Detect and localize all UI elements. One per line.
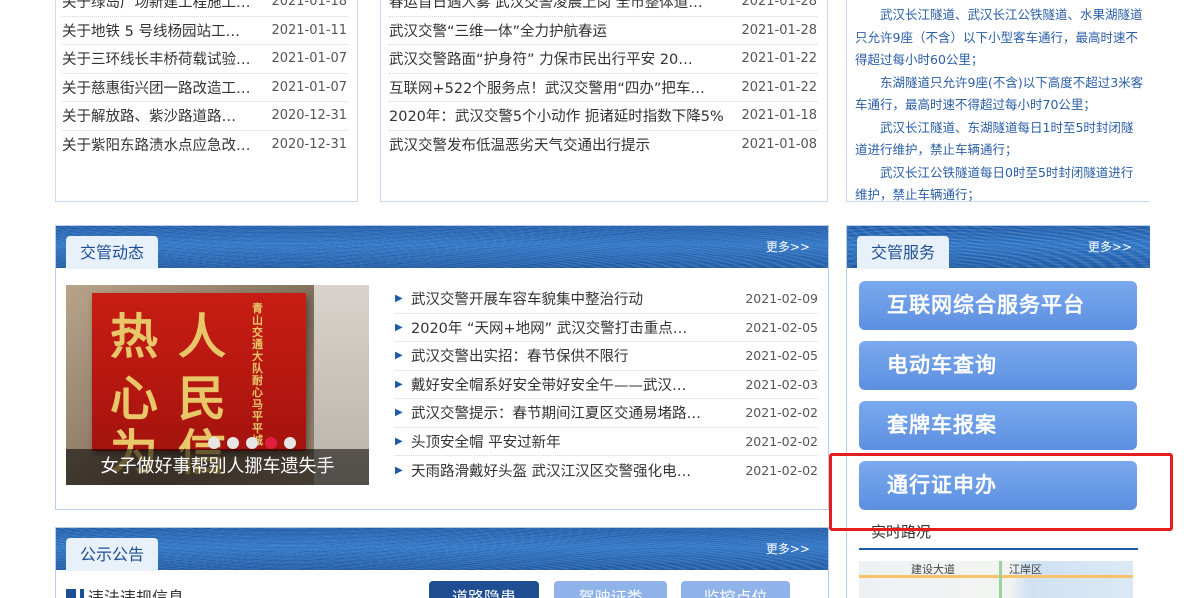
banner-char: 热 xyxy=(110,309,159,365)
banner-char: 人 xyxy=(178,309,227,365)
notice-list: 关于绿岛广场新建工程施工… 2021-01-18 关于地铁 5 号线杨园站工… 20… xyxy=(62,0,347,159)
triangle-bullet-icon: ▶ xyxy=(395,350,403,362)
list-item[interactable]: 关于地铁 5 号线杨园站工… 2021-01-11 xyxy=(62,17,347,45)
list-item[interactable]: 关于绿岛广场新建工程施工… 2021-01-18 xyxy=(62,0,347,17)
triangle-bullet-icon: ▶ xyxy=(395,407,403,419)
internet-service-platform-button[interactable]: 互联网综合服务平台 xyxy=(859,281,1137,330)
list-item[interactable]: 关于三环线长丰桥荷载试验… 2021-01-07 xyxy=(62,45,347,74)
triangle-bullet-icon: ▶ xyxy=(395,435,403,447)
notice-panel: 公示公告 更多>> 违法违规信息 道路隐患 驾驶证类 监控点位 xyxy=(55,527,829,598)
news-list: ▶ 武汉交警开展车容车貌集中整治行动 2021-02-09 ▶ 2020年 “天网+地… xyxy=(395,285,818,485)
camera-points-button[interactable]: 监控点位 xyxy=(681,581,790,598)
panel-header xyxy=(56,528,828,570)
banner-side-text: 青山交通大队耐心马平平城 xyxy=(252,302,263,447)
tip-text: 武汉长江公铁隧道每日0时至5时封闭隧道进行维护，禁止车辆通行； xyxy=(855,164,1134,203)
more-link[interactable]: 更多>> xyxy=(1088,238,1132,255)
list-item[interactable]: 关于慈惠街兴团一路改造工… 2021-01-07 xyxy=(62,74,347,102)
map-road xyxy=(999,561,1002,598)
violation-info-heading: 违法违规信息 xyxy=(66,584,184,598)
carousel-dot[interactable] xyxy=(284,437,296,449)
list-item[interactable]: 武汉交警路面“护身符” 力保市民出行平安 20… 2021-01-22 xyxy=(389,45,817,74)
list-item[interactable]: 关于解放路、紫沙路道路… 2020-12-31 xyxy=(62,102,347,131)
tab-notices[interactable]: 公示公告 xyxy=(66,538,159,571)
map-label: 建设大道 xyxy=(911,563,955,576)
highlight-box xyxy=(829,453,1173,531)
map-label: 江岸区 xyxy=(1009,563,1042,576)
list-item[interactable]: 春运首日遇人雾 武汉交警凌晨上岗 全市整体道… 2021-01-28 xyxy=(389,0,817,17)
carousel-dot[interactable] xyxy=(227,437,239,449)
list-item[interactable]: ▶ 武汉交警提示：春节期间江夏区交通易堵路… 2021-02-02 xyxy=(395,399,818,428)
triangle-bullet-icon: ▶ xyxy=(395,378,403,390)
road-hazard-button[interactable]: 道路隐患 xyxy=(429,581,539,598)
more-link[interactable]: 更多>> xyxy=(766,540,810,557)
headline-list: 春运首日遇人雾 武汉交警凌晨上岗 全市整体道… 2021-01-28 武汉交警“三… xyxy=(389,0,817,159)
tunnel-tips-panel: 武汉长江隧道、武汉长江公铁隧道、水果湖隧道只允许9座（不含）以下小型客车通行，最… xyxy=(846,0,1150,202)
list-item[interactable]: 互联网+522个服务点！武汉交警用“四办”把车… 2021-01-22 xyxy=(389,74,817,102)
notice-list-panel: 关于绿岛广场新建工程施工… 2021-01-18 关于地铁 5 号线杨园站工… 20… xyxy=(55,0,358,202)
headline-list-panel: 春运首日遇人雾 武汉交警凌晨上岗 全市整体道… 2021-01-28 武汉交警“三… xyxy=(380,0,828,202)
tip-text: 东湖隧道只允许9座(不含)以下高度不超过3米客车通行，最高时速不得超过每小时70… xyxy=(855,74,1144,113)
banner-image: 热 人 心 民 为 信 青山交通大队耐心马平平城 xyxy=(92,293,306,481)
traffic-map[interactable]: 建设大道 江岸区 xyxy=(859,561,1133,598)
list-item[interactable]: 关于紫阳东路渍水点应急改… 2020-12-31 xyxy=(62,131,347,160)
violation-info-label: 违法违规信息 xyxy=(88,588,185,598)
list-item[interactable]: ▶ 天雨路滑戴好头盔 武汉江汉区交警强化电… 2021-02-02 xyxy=(395,456,818,485)
carousel-dot[interactable] xyxy=(246,437,258,449)
bar-icon xyxy=(66,589,80,598)
more-link[interactable]: 更多>> xyxy=(766,238,810,255)
tab-traffic-service[interactable]: 交管服务 xyxy=(857,236,950,269)
tip-text: 武汉长江隧道、东湖隧道每日1时至5时封闭隧道进行维护，禁止车辆通行； xyxy=(855,119,1134,158)
traffic-news-panel: 交管动态 更多>> 热 人 心 民 为 信 青山交通大队耐心马平平城 女子做好事… xyxy=(55,225,829,510)
tab-traffic-news[interactable]: 交管动态 xyxy=(66,236,159,269)
list-item[interactable]: 武汉交警“三维一体”全力护航春运 2021-01-28 xyxy=(389,17,817,45)
panel-header xyxy=(56,226,828,268)
e-bike-query-button[interactable]: 电动车查询 xyxy=(859,341,1137,390)
list-item[interactable]: ▶ 头顶安全帽 平安过新年 2021-02-02 xyxy=(395,428,818,456)
map-road xyxy=(859,575,1133,578)
triangle-bullet-icon: ▶ xyxy=(395,464,403,476)
news-carousel[interactable]: 热 人 心 民 为 信 青山交通大队耐心马平平城 女子做好事帮别人挪车遗失手 xyxy=(66,285,369,485)
tunnel-tips: 武汉长江隧道、武汉长江公铁隧道、水果湖隧道只允许9座（不含）以下小型客车通行，最… xyxy=(855,4,1144,207)
list-item[interactable]: 2020年：武汉交警5个小动作 扼诸延时指数下降5% 2021-01-18 xyxy=(389,102,817,131)
list-item[interactable]: ▶ 2020年 “天网+地网” 武汉交警打击重点… 2021-02-05 xyxy=(395,314,818,342)
list-item[interactable]: ▶ 戴好安全帽系好安全带好安全午——武汉… 2021-02-03 xyxy=(395,371,818,399)
list-item[interactable]: 武汉交警发布低温恶劣天气交通出行提示 2021-01-08 xyxy=(389,131,817,160)
carousel-dot-active[interactable] xyxy=(265,437,277,449)
carousel-caption[interactable]: 女子做好事帮别人挪车遗失手 xyxy=(66,449,369,485)
cloned-plate-report-button[interactable]: 套牌车报案 xyxy=(859,401,1137,450)
carousel-dots xyxy=(208,437,296,449)
list-item[interactable]: ▶ 武汉交警出实招：春节保供不限行 2021-02-05 xyxy=(395,342,818,371)
traffic-service-panel: 交管服务 更多>> 互联网综合服务平台 电动车查询 套牌车报案 通行证申办 实时… xyxy=(846,225,1150,598)
triangle-bullet-icon: ▶ xyxy=(395,293,403,305)
tip-text: 武汉长江隧道、武汉长江公铁隧道、水果湖隧道只允许9座（不含）以下小型客车通行，最… xyxy=(855,7,1143,67)
license-button[interactable]: 驾驶证类 xyxy=(554,581,667,598)
carousel-dot[interactable] xyxy=(208,437,220,449)
triangle-bullet-icon: ▶ xyxy=(395,321,403,333)
list-item[interactable]: ▶ 武汉交警开展车容车貌集中整治行动 2021-02-09 xyxy=(395,285,818,314)
